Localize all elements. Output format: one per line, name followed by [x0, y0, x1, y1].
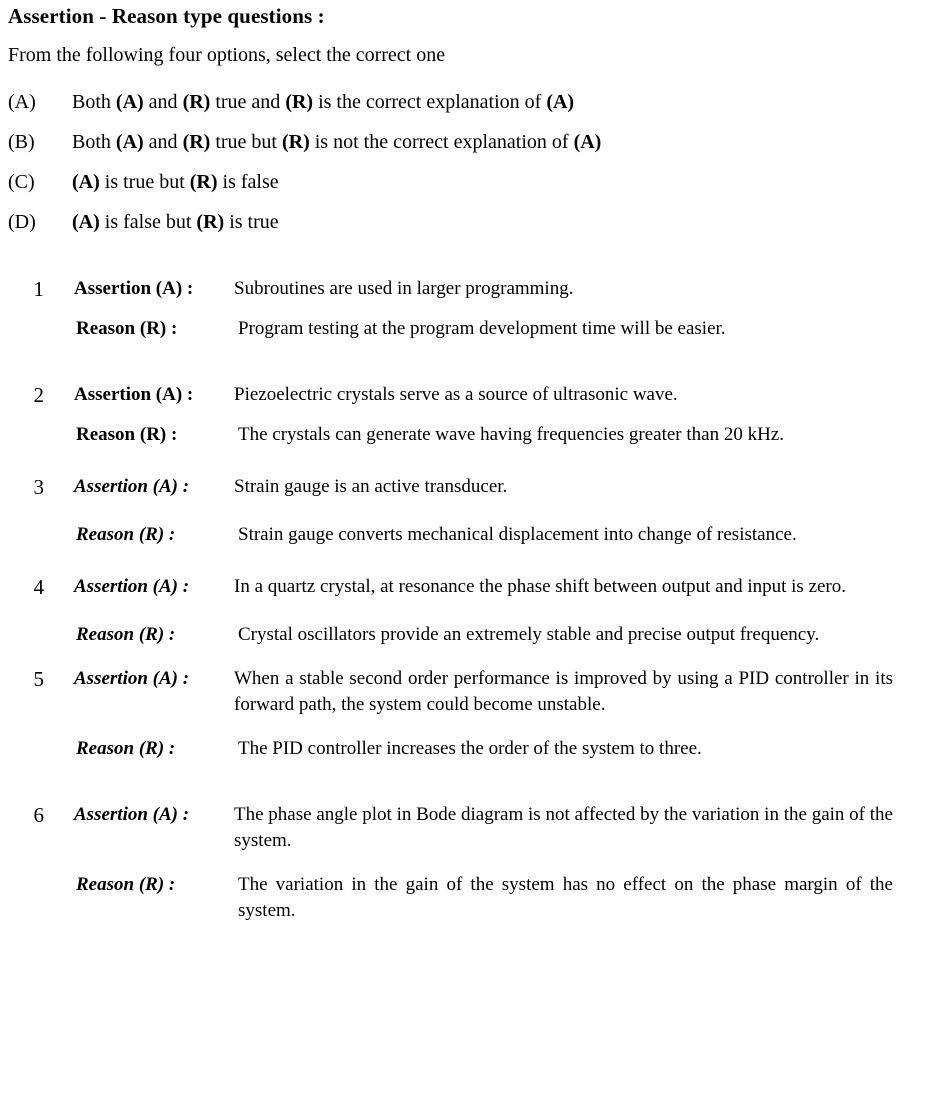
reason-text: Strain gauge converts mechanical displac…	[238, 524, 797, 545]
reason-text: Crystal oscillators provide an extremely…	[238, 624, 820, 645]
assertion-label: Assertion (A) :	[74, 804, 190, 825]
reason-label: Reason (R) :	[76, 424, 178, 445]
reason-row: Reason (R) : The variation in the gain o…	[0, 872, 940, 924]
reason-row: Reason (R) : Program testing at the prog…	[0, 316, 940, 342]
question-number: 3	[33, 475, 45, 499]
instruction-text: From the following four options, select …	[8, 44, 446, 66]
reason-row: Reason (R) : Strain gauge converts mecha…	[0, 522, 940, 548]
reason-label: Reason (R) :	[76, 524, 176, 545]
question-item: 6 Assertion (A) : The phase angle plot i…	[0, 802, 940, 924]
reason-text: The PID controller increases the order o…	[238, 738, 702, 759]
question-item: 2 Assertion (A) : Piezoelectric crystals…	[0, 382, 940, 448]
option-text-a: Both (A) and (R) true and (R) is the cor…	[72, 91, 575, 113]
option-text-b: Both (A) and (R) true but (R) is not the…	[72, 131, 602, 153]
reason-text: The variation in the gain of the system …	[238, 874, 893, 921]
assertion-label: Assertion (A) :	[74, 476, 190, 497]
option-marker-b: (B)	[8, 131, 35, 153]
question-number: 6	[33, 803, 45, 827]
reason-row: Reason (R) : The PID controller increase…	[0, 736, 940, 762]
question-item: 5 Assertion (A) : When a stable second o…	[0, 666, 940, 762]
assertion-text: The phase angle plot in Bode diagram is …	[234, 804, 893, 851]
reason-row: Reason (R) : The crystals can generate w…	[0, 422, 940, 448]
option-row-d: (D) (A) is false but (R) is true	[0, 202, 940, 242]
question-number: 2	[33, 383, 45, 407]
assertion-label: Assertion (A) :	[74, 576, 190, 597]
option-row-c: (C) (A) is true but (R) is false	[0, 162, 940, 202]
option-text-d: (A) is false but (R) is true	[72, 211, 279, 233]
question-number: 5	[33, 667, 45, 691]
question-number: 1	[33, 277, 45, 301]
option-marker-d: (D)	[8, 211, 36, 233]
assertion-row: 4 Assertion (A) : In a quartz crystal, a…	[0, 574, 940, 600]
assertion-text: Subroutines are used in larger programmi…	[234, 278, 574, 299]
question-list: 1 Assertion (A) : Subroutines are used i…	[0, 276, 940, 924]
question-item: 1 Assertion (A) : Subroutines are used i…	[0, 276, 940, 342]
option-row-a: (A) Both (A) and (R) true and (R) is the…	[0, 82, 940, 122]
option-marker-c: (C)	[8, 171, 35, 193]
assertion-text: Piezoelectric crystals serve as a source…	[234, 384, 678, 405]
reason-label: Reason (R) :	[76, 874, 176, 895]
document-page: Assertion - Reason type questions : From…	[0, 0, 940, 1110]
option-marker-a: (A)	[8, 91, 36, 113]
assertion-text: Strain gauge is an active transducer.	[234, 476, 508, 497]
question-item: 4 Assertion (A) : In a quartz crystal, a…	[0, 574, 940, 648]
question-item: 3 Assertion (A) : Strain gauge is an act…	[0, 474, 940, 548]
assertion-row: 3 Assertion (A) : Strain gauge is an act…	[0, 474, 940, 500]
reason-label: Reason (R) :	[76, 624, 176, 645]
assertion-row: 5 Assertion (A) : When a stable second o…	[0, 666, 940, 718]
reason-label: Reason (R) :	[76, 738, 176, 759]
option-text-c: (A) is true but (R) is false	[72, 171, 279, 193]
assertion-row: 1 Assertion (A) : Subroutines are used i…	[0, 276, 940, 302]
assertion-label: Assertion (A) :	[74, 384, 194, 405]
page-title: Assertion - Reason type questions :	[8, 4, 325, 28]
assertion-row: 6 Assertion (A) : The phase angle plot i…	[0, 802, 940, 854]
assertion-text: In a quartz crystal, at resonance the ph…	[234, 576, 847, 597]
reason-row: Reason (R) : Crystal oscillators provide…	[0, 622, 940, 648]
assertion-label: Assertion (A) :	[74, 278, 194, 299]
question-number: 4	[33, 575, 45, 599]
reason-text: Program testing at the program developme…	[238, 318, 726, 339]
reason-text: The crystals can generate wave having fr…	[238, 424, 784, 445]
assertion-label: Assertion (A) :	[74, 668, 190, 689]
answer-option-list: (A) Both (A) and (R) true and (R) is the…	[0, 82, 940, 242]
assertion-row: 2 Assertion (A) : Piezoelectric crystals…	[0, 382, 940, 408]
reason-label: Reason (R) :	[76, 318, 178, 339]
option-row-b: (B) Both (A) and (R) true but (R) is not…	[0, 122, 940, 162]
assertion-text: When a stable second order performance i…	[234, 668, 893, 715]
